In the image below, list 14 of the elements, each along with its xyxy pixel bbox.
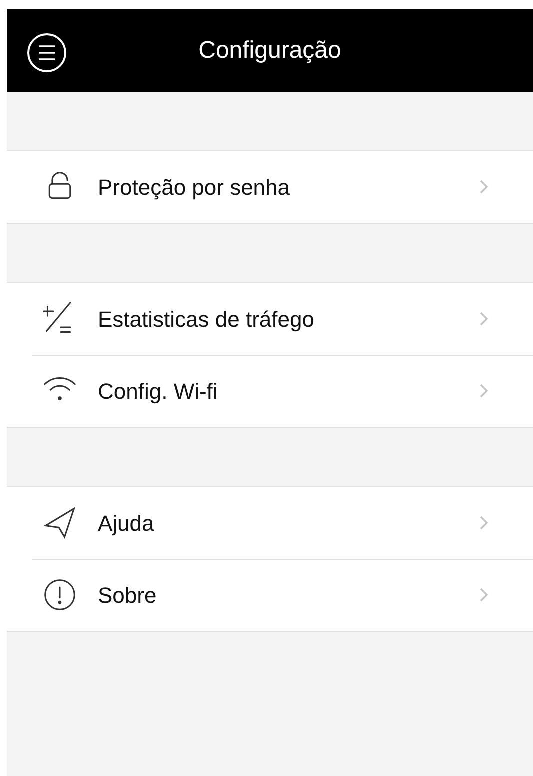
row-label: Sobre (98, 582, 158, 610)
chevron-icon (479, 587, 489, 603)
menu-button[interactable] (27, 33, 67, 73)
row-label: Estatisticas de tráfego (98, 306, 316, 334)
chevron-icon (479, 179, 489, 195)
send-icon (43, 506, 77, 540)
chevron-icon (479, 311, 489, 327)
chevron-icon (479, 383, 489, 399)
screen-title: Configuração (198, 36, 342, 66)
exclamation-circle-icon (43, 578, 77, 612)
row-label: Ajuda (98, 510, 156, 538)
row-label: Proteção por senha (98, 174, 292, 202)
row-label: Config. Wi-fi (98, 378, 219, 406)
chevron-icon (479, 515, 489, 531)
